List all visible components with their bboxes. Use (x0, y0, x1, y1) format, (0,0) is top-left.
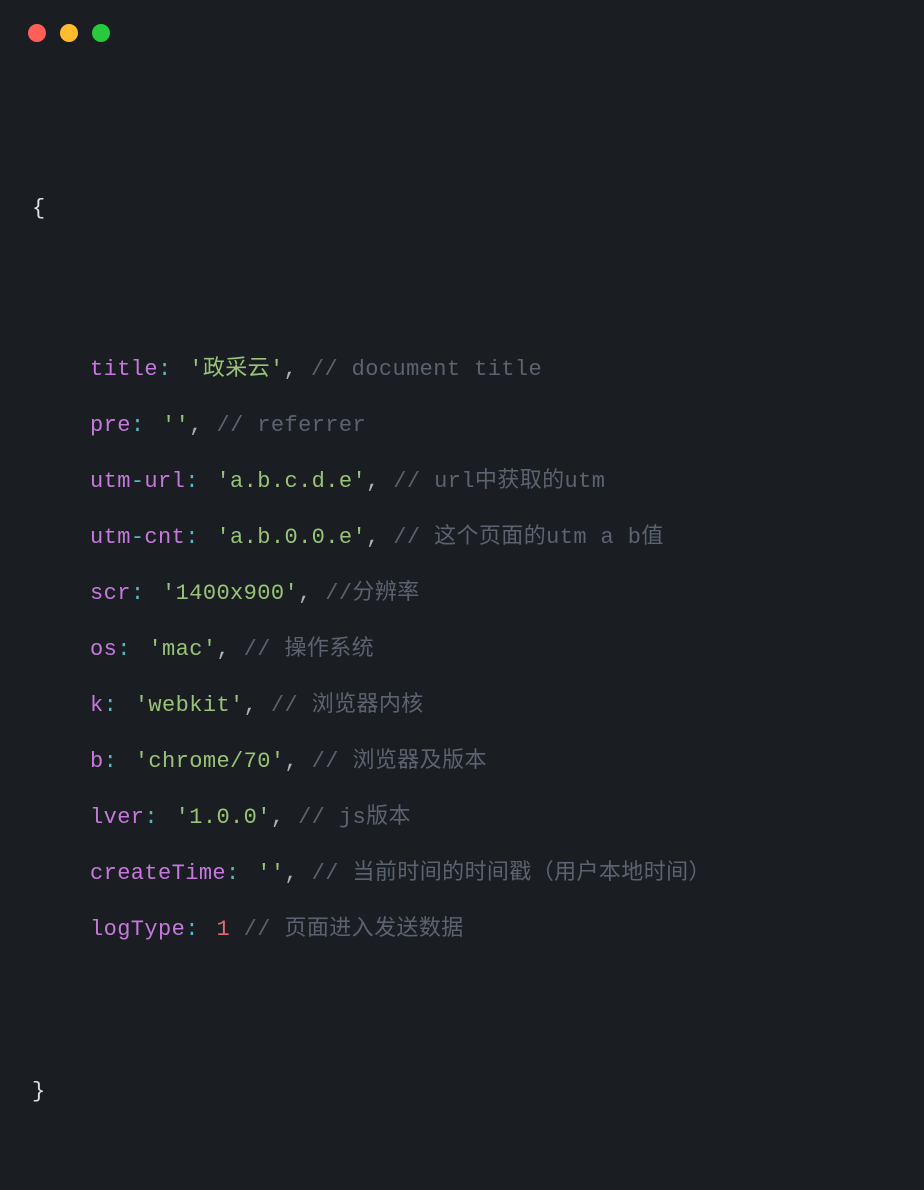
property-value: '' (257, 856, 284, 891)
property-key: pre (90, 408, 131, 443)
comment-prefix: // (380, 520, 434, 555)
comment-prefix: // (230, 632, 284, 667)
comment-text: referrer (257, 408, 366, 443)
comma: , (284, 352, 298, 387)
comment-text: 页面进入发送数据 (284, 912, 463, 947)
code-block: { title: '政采云', // document titlepre: ''… (32, 110, 892, 1190)
code-line: pre: '', // referrer (32, 398, 892, 454)
comment-text: url中获取的utm (434, 464, 605, 499)
comma: , (244, 688, 258, 723)
code-line: k: 'webkit', // 浏览器内核 (32, 678, 892, 734)
comma: , (189, 408, 203, 443)
code-line: os: 'mac', // 操作系统 (32, 622, 892, 678)
comma: , (366, 520, 380, 555)
property-value: 'a.b.c.d.e' (216, 464, 366, 499)
property-value: '' (162, 408, 189, 443)
code-line: logType: 1 // 页面进入发送数据 (32, 902, 892, 958)
colon: : (185, 464, 212, 499)
property-key: os (90, 632, 117, 667)
comma: , (271, 800, 285, 835)
property-value: '政采云' (189, 352, 283, 387)
comma: , (366, 464, 380, 499)
comment-prefix: // (284, 800, 338, 835)
code-line: utm-cnt: 'a.b.0.0.e', // 这个页面的utm a b值 (32, 510, 892, 566)
comment-prefix: // (297, 352, 351, 387)
close-icon[interactable] (28, 24, 46, 42)
property-key: utm (90, 520, 131, 555)
comma: , (284, 744, 298, 779)
code-line: title: '政采云', // document title (32, 342, 892, 398)
comma: , (216, 632, 230, 667)
traffic-lights (28, 24, 110, 42)
colon: : (144, 800, 171, 835)
comment-prefix: // (203, 408, 257, 443)
comment-prefix: // (380, 464, 434, 499)
comment-text: 浏览器内核 (312, 688, 424, 723)
minimize-icon[interactable] (60, 24, 78, 42)
code-line: lver: '1.0.0', // js版本 (32, 790, 892, 846)
colon: : (104, 744, 131, 779)
comment-text: 当前时间的时间戳（用户本地时间） (353, 856, 711, 891)
property-value: 'webkit' (135, 688, 244, 723)
property-key: logType (90, 912, 185, 947)
comment-prefix: // (230, 912, 284, 947)
open-brace-line: { (32, 180, 892, 236)
colon: : (104, 688, 131, 723)
property-key: createTime (90, 856, 226, 891)
colon: : (131, 408, 158, 443)
property-key-suffix: cnt (144, 520, 185, 555)
code-line: scr: '1400x900', //分辨率 (32, 566, 892, 622)
property-key: utm (90, 464, 131, 499)
colon: : (185, 520, 212, 555)
comment-text: js版本 (339, 800, 411, 835)
comment-text: document title (352, 352, 542, 387)
comment-prefix: // (298, 744, 352, 779)
property-key: k (90, 688, 104, 723)
colon: : (117, 632, 144, 667)
code-line: b: 'chrome/70', // 浏览器及版本 (32, 734, 892, 790)
comment-prefix: // (312, 576, 353, 611)
property-key: b (90, 744, 104, 779)
property-key: scr (90, 576, 131, 611)
comment-text: 浏览器及版本 (352, 744, 486, 779)
colon: : (226, 856, 253, 891)
property-value: 1 (216, 912, 230, 947)
property-value: '1400x900' (162, 576, 298, 611)
key-dash: - (131, 464, 145, 499)
comment-text: 分辨率 (352, 576, 419, 611)
comment-prefix: // (257, 688, 311, 723)
comment-prefix: // (298, 856, 352, 891)
comma: , (298, 576, 312, 611)
colon: : (131, 576, 158, 611)
property-key-suffix: url (144, 464, 185, 499)
code-line: utm-url: 'a.b.c.d.e', // url中获取的utm (32, 454, 892, 510)
comma: , (284, 856, 298, 891)
comment-text: 操作系统 (284, 632, 374, 667)
property-key: title (90, 352, 158, 387)
property-key: lver (90, 800, 144, 835)
maximize-icon[interactable] (92, 24, 110, 42)
brace-open: { (32, 191, 46, 226)
brace-close: } (32, 1074, 46, 1109)
property-value: 'chrome/70' (135, 744, 285, 779)
code-line: createTime: '', // 当前时间的时间戳（用户本地时间） (32, 846, 892, 902)
close-brace-line: } (32, 1064, 892, 1120)
property-value: 'mac' (148, 632, 216, 667)
code-window: { title: '政采云', // document titlepre: ''… (0, 0, 924, 856)
key-dash: - (131, 520, 145, 555)
colon: : (185, 912, 212, 947)
colon: : (158, 352, 185, 387)
property-value: '1.0.0' (176, 800, 271, 835)
comment-text: 这个页面的utm a b值 (434, 520, 664, 555)
property-value: 'a.b.0.0.e' (216, 520, 366, 555)
